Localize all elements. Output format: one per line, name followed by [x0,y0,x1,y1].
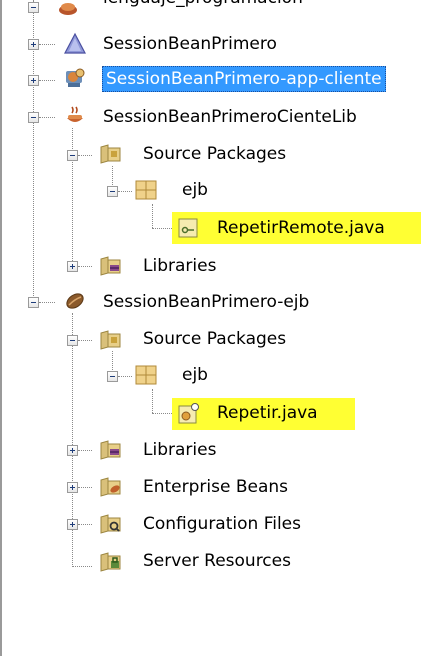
tree-connector [33,122,34,302]
tree-connector [72,128,73,263]
configuration-files-folder-icon [99,511,123,535]
collapse-toggle[interactable] [67,150,78,161]
tree-connector [78,450,92,451]
tree-connector [78,487,92,488]
tree-node-label[interactable]: Repetir.java [214,401,321,425]
package-icon [134,178,158,202]
tree-left-border [0,0,2,656]
tree-node-label[interactable]: SessionBeanPrimero [103,32,277,56]
collapse-toggle[interactable] [28,112,39,123]
java-project-icon [56,0,80,18]
tree-connector [39,117,55,118]
tree-connector [78,266,92,267]
tree-node-label[interactable]: lenguaje_programacion [103,0,303,10]
tree-connector [118,376,132,377]
project-tree: lenguaje_programacion SessionBeanPrimero… [0,0,422,656]
tree-node-label[interactable]: ejb [182,178,208,202]
collapse-toggle[interactable] [67,335,78,346]
server-resources-folder-icon [99,549,123,573]
package-icon [134,363,158,387]
expand-toggle[interactable] [28,75,39,86]
enterprise-beans-folder-icon [99,474,123,498]
tree-connector [72,566,92,567]
tree-node-label[interactable]: Configuration Files [143,512,301,536]
tree-connector [78,524,92,525]
tree-node-label[interactable]: RepetirRemote.java [214,216,388,240]
tree-node-label[interactable]: SessionBeanPrimero-ejb [103,290,309,314]
libraries-folder-icon [99,437,123,461]
tree-connector [152,228,172,229]
tree-connector [152,389,153,413]
libraries-folder-icon [99,253,123,277]
tree-connector [39,302,55,303]
tree-connector [39,80,55,81]
tree-node-label[interactable]: SessionBeanPrimeroCienteLib [103,105,357,129]
tree-node-label[interactable]: Server Resources [143,549,291,573]
tree-connector [39,44,55,45]
java-interface-file-icon [176,216,200,240]
tree-connector [78,155,92,156]
tree-node-label[interactable]: Libraries [143,438,216,462]
collapse-toggle[interactable] [107,186,118,197]
tree-connector [33,0,34,118]
tree-connector [118,191,132,192]
source-packages-folder-icon [99,327,123,351]
expand-toggle[interactable] [67,261,78,272]
tree-connector [152,413,172,414]
expand-toggle[interactable] [28,39,39,50]
app-client-project-icon [63,66,87,90]
session-bean-file-icon [176,402,200,426]
tree-node-label[interactable]: Source Packages [143,142,286,166]
source-packages-folder-icon [99,141,123,165]
java-library-project-icon [63,104,87,128]
tree-node-label[interactable]: Libraries [143,254,216,278]
expand-toggle[interactable] [67,482,78,493]
expand-toggle[interactable] [67,519,78,530]
collapse-toggle[interactable] [28,297,39,308]
expand-toggle[interactable] [28,2,39,13]
tree-node-label-selected[interactable]: SessionBeanPrimero-app-cliente [102,66,386,92]
collapse-toggle[interactable] [107,371,118,382]
tree-node-label[interactable]: ejb [182,363,208,387]
expand-toggle[interactable] [67,445,78,456]
ejb-bean-project-icon [63,289,87,313]
ejb-module-icon [63,32,87,56]
tree-connector [152,204,153,228]
tree-node-label[interactable]: Source Packages [143,327,286,351]
tree-node-label[interactable]: Enterprise Beans [143,475,288,499]
tree-connector [78,340,92,341]
